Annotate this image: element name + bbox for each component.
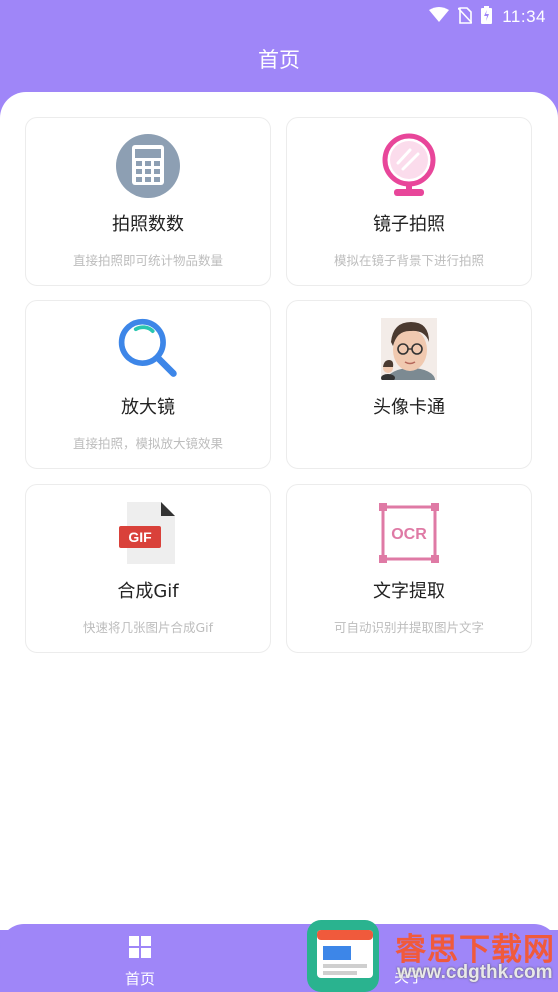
- nav-home-label: 首页: [124, 970, 155, 988]
- grid-icon: [129, 936, 151, 962]
- battery-charging-icon: [481, 6, 493, 28]
- watermark-url: www.cdgthk.com: [397, 962, 553, 983]
- card-description: 可自动识别并提取图片文字: [333, 620, 484, 635]
- page-title: 首页: [258, 48, 300, 72]
- card-title: 镜子拍照: [373, 214, 445, 235]
- card-title: 文字提取: [373, 581, 445, 602]
- card-magnifier[interactable]: 放大镜 直接拍照，模拟放大镜效果: [25, 300, 271, 469]
- card-cartoon-avatar[interactable]: 头像卡通: [286, 300, 532, 469]
- card-photo-count[interactable]: 拍照数数 直接拍照即可统计物品数量: [25, 117, 271, 286]
- main-panel: 拍照数数 直接拍照即可统计物品数量 镜子拍照 模拟在镜子背景下进行拍照 放大镜 …: [0, 92, 558, 930]
- card-text-extract[interactable]: OCR 文字提取 可自动识别并提取图片文字: [286, 484, 532, 653]
- card-description: 模拟在镜子背景下进行拍照: [333, 253, 484, 268]
- calculator-icon: [115, 133, 181, 199]
- nav-home[interactable]: 首页: [105, 936, 175, 989]
- cartoon-avatar-icon: [376, 316, 442, 382]
- watermark-logo: [305, 918, 383, 992]
- card-title: 放大镜: [121, 397, 175, 418]
- status-bar: 11:34: [0, 0, 558, 34]
- card-description: 直接拍照即可统计物品数量: [72, 253, 223, 268]
- svg-text:GIF: GIF: [128, 529, 152, 545]
- card-mirror-photo[interactable]: 镜子拍照 模拟在镜子背景下进行拍照: [286, 117, 532, 286]
- status-icons: [429, 6, 493, 28]
- gif-file-icon: GIF: [115, 500, 181, 566]
- wifi-icon: [429, 7, 450, 27]
- card-title: 合成Gif: [117, 581, 179, 602]
- card-description: 快速将几张图片合成Gif: [82, 620, 214, 635]
- svg-text:OCR: OCR: [391, 526, 427, 543]
- mirror-icon: [376, 133, 442, 199]
- card-description: 直接拍照，模拟放大镜效果: [72, 436, 223, 451]
- card-title: 头像卡通: [373, 397, 445, 418]
- no-sim-icon: [457, 6, 473, 28]
- status-time: 11:34: [502, 7, 546, 26]
- card-make-gif[interactable]: GIF 合成Gif 快速将几张图片合成Gif: [25, 484, 271, 653]
- watermark: 睿思下载网 www.cdgthk.com: [305, 918, 558, 992]
- card-title: 拍照数数: [112, 214, 184, 235]
- ocr-icon: OCR: [376, 500, 442, 566]
- magnifier-icon: [115, 316, 181, 382]
